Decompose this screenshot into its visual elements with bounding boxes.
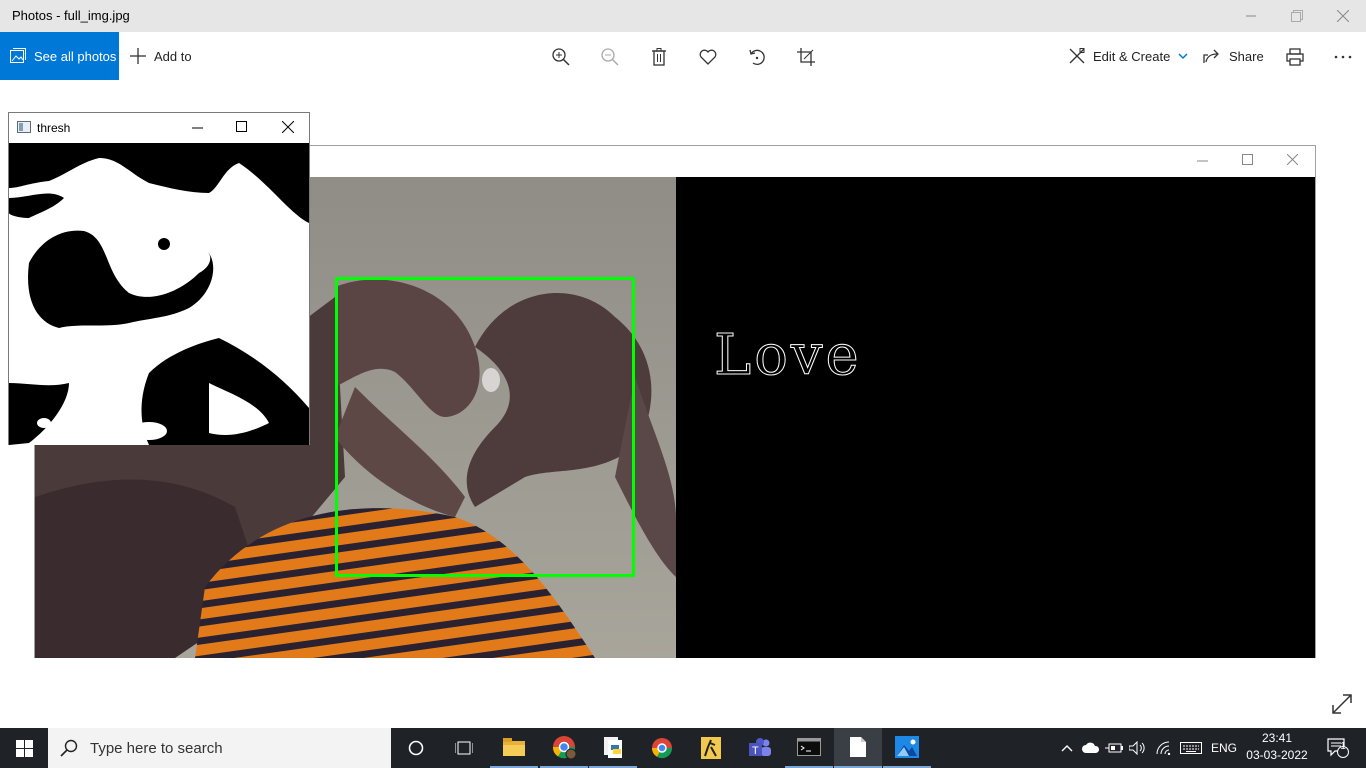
minimize-icon [1246, 15, 1256, 17]
expand-icon[interactable] [1330, 692, 1354, 716]
threshold-image [9, 143, 309, 445]
app-title-bar: Photos - full_img.jpg [0, 0, 1366, 32]
favorite-button[interactable] [695, 44, 721, 70]
onedrive-button[interactable] [1080, 728, 1102, 768]
restore-button[interactable] [1274, 0, 1320, 32]
volume-icon [1129, 741, 1145, 755]
taskbar-search-box[interactable]: Type here to search [48, 728, 391, 768]
printer-icon [1286, 48, 1304, 66]
search-placeholder: Type here to search [90, 739, 223, 757]
keyboard-icon [1180, 742, 1202, 754]
app-title: Photos - full_img.jpg [12, 8, 130, 23]
chevron-down-icon [1178, 53, 1188, 60]
file-explorer-icon [503, 738, 525, 756]
see-all-photos-label: See all photos [34, 48, 117, 64]
network-button[interactable] [1153, 728, 1175, 768]
chrome-icon [651, 738, 673, 759]
rotate-icon [749, 49, 765, 65]
action-center-button[interactable]: 1 [1318, 728, 1358, 768]
python-files-icon [604, 737, 622, 758]
close-icon [1287, 154, 1298, 165]
zoom-in-icon [552, 48, 570, 66]
battery-button[interactable] [1103, 728, 1125, 768]
maximize-icon [1242, 154, 1253, 165]
photos-button[interactable] [883, 728, 931, 768]
thresh-window-title: thresh [37, 121, 71, 135]
crop-icon [797, 48, 815, 66]
touch-keyboard-button[interactable] [1178, 728, 1204, 768]
svg-text:T: T [752, 745, 759, 757]
restore-icon [1291, 10, 1303, 22]
trash-icon [652, 48, 666, 66]
chrome-button[interactable] [638, 728, 686, 768]
zoom-out-icon [601, 48, 619, 66]
clock[interactable]: 23:41 03-03-2022 [1246, 730, 1308, 764]
game-icon [701, 737, 721, 759]
thresh-window[interactable]: thresh [8, 112, 310, 445]
crop-button[interactable] [793, 44, 819, 70]
close-button[interactable] [1320, 0, 1366, 32]
zoom-in-button[interactable] [548, 44, 574, 70]
windows-logo-icon [15, 739, 33, 757]
gesture-result-pane: Love [676, 177, 1315, 658]
close-icon[interactable] [282, 121, 294, 133]
add-to-label: Add to [154, 48, 192, 64]
volume-button[interactable] [1127, 728, 1149, 768]
chrome-profile-button[interactable] [540, 728, 588, 768]
minimize-icon[interactable] [192, 127, 203, 129]
see-all-photos-button[interactable]: See all photos [0, 32, 119, 80]
add-to-button[interactable]: Add to [130, 32, 192, 80]
search-icon [60, 739, 78, 757]
minimize-button[interactable] [1228, 0, 1274, 32]
photos-collection-icon [10, 48, 26, 63]
maximize-icon[interactable] [236, 121, 247, 132]
notepad-button[interactable] [834, 728, 882, 768]
edit-create-icon [1069, 48, 1085, 64]
gesture-label: Love [714, 323, 862, 389]
terminal-button[interactable] [785, 728, 833, 768]
roi-bounding-box [335, 277, 635, 577]
more-options-button[interactable] [1330, 44, 1356, 70]
window-app-icon [17, 121, 31, 133]
teams-button[interactable]: T [736, 728, 784, 768]
notification-count: 1 [1340, 741, 1346, 752]
plus-icon [130, 48, 146, 64]
python-files-button[interactable] [589, 728, 637, 768]
taskbar: Type here to search T ENG 23:41 03-03-20… [0, 728, 1366, 768]
task-view-icon [455, 741, 473, 755]
cortana-button[interactable] [392, 728, 440, 768]
notepad-icon [850, 737, 866, 757]
edit-create-label: Edit & Create [1093, 48, 1171, 64]
clock-time: 23:41 [1261, 731, 1293, 745]
photos-icon [895, 736, 919, 758]
threshold-blobs [9, 143, 309, 445]
chrome-profile-icon [552, 736, 576, 759]
cortana-icon [408, 740, 424, 756]
close-icon [1337, 10, 1349, 22]
edit-create-button[interactable]: Edit & Create [1069, 32, 1188, 80]
start-button[interactable] [0, 728, 48, 768]
language-indicator[interactable]: ENG [1211, 728, 1237, 768]
share-icon [1203, 49, 1219, 63]
share-button[interactable]: Share [1203, 32, 1264, 80]
wifi-icon [1156, 741, 1171, 755]
game-button[interactable] [687, 728, 735, 768]
zoom-out-button[interactable] [597, 44, 623, 70]
file-explorer-button[interactable] [490, 728, 538, 768]
minimize-icon [1197, 160, 1208, 162]
task-view-button[interactable] [440, 728, 488, 768]
delete-button[interactable] [646, 44, 672, 70]
rotate-button[interactable] [744, 44, 770, 70]
more-icon [1334, 55, 1352, 59]
teams-icon: T [749, 738, 771, 757]
battery-icon [1105, 743, 1123, 753]
heart-icon [699, 49, 717, 65]
clock-date: 03-03-2022 [1246, 748, 1308, 762]
share-label: Share [1229, 48, 1264, 64]
cloud-icon [1082, 742, 1100, 753]
chevron-up-icon [1061, 745, 1073, 752]
terminal-icon [797, 738, 821, 756]
show-hidden-icons-button[interactable] [1056, 728, 1078, 768]
print-button[interactable] [1282, 44, 1308, 70]
